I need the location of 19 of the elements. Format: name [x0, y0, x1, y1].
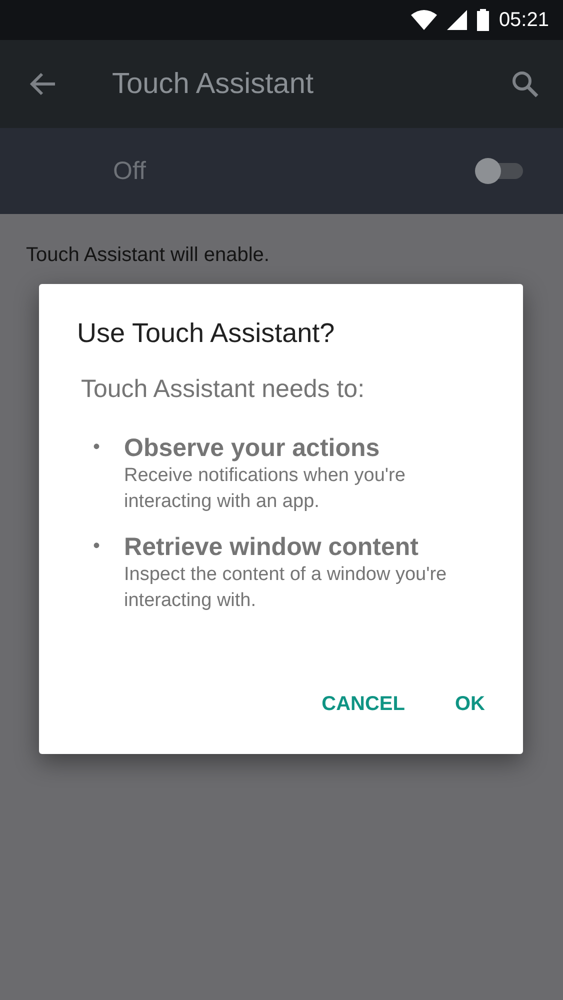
switch-label: Off [113, 156, 147, 186]
permission-heading: Retrieve window content [124, 533, 420, 562]
signal-icon [446, 10, 467, 30]
status-time: 05:21 [498, 8, 549, 32]
description-text: Touch Assistant will enable. [25, 243, 270, 268]
back-arrow-icon[interactable] [30, 72, 56, 96]
cancel-button[interactable]: CANCEL [310, 685, 417, 724]
wifi-icon [410, 10, 437, 30]
bullet: • [93, 534, 100, 559]
app-bar-title: Touch Assistant [112, 68, 314, 100]
battery-icon [476, 9, 489, 31]
bullet: • [93, 435, 100, 460]
dialog-intro: Touch Assistant needs to: [81, 375, 366, 404]
ok-button[interactable]: OK [443, 685, 497, 724]
search-icon[interactable] [511, 70, 539, 98]
permission-heading: Observe your actions [124, 434, 381, 463]
permission-detail: Receive notifications when you're interacting with an app. [124, 464, 406, 514]
dialog-title: Use Touch Assistant? [77, 318, 336, 349]
permission-detail: Inspect the content of a window you're interacting with. [124, 563, 448, 613]
